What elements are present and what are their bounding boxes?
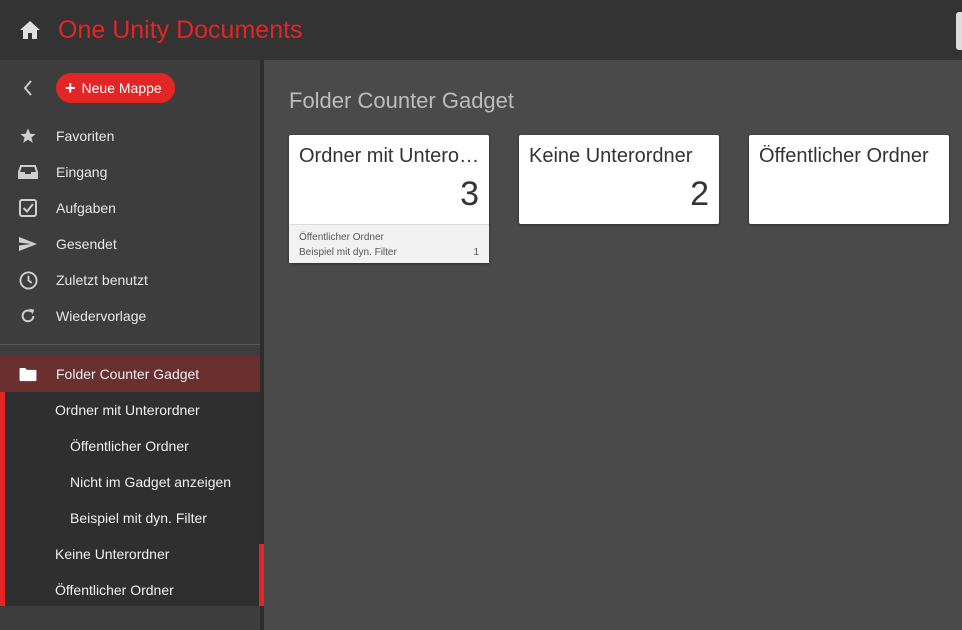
clock-icon (18, 270, 38, 290)
card-count: 3 (460, 175, 479, 213)
collapse-sidebar-button[interactable] (0, 72, 56, 104)
subfolder-row[interactable]: Öffentlicher Ordner (299, 230, 479, 245)
app-header: One Unity Documents (0, 0, 962, 60)
sidebar-item-label: Zuletzt benutzt (56, 272, 148, 288)
sidebar-nav: Favoriten Eingang Aufgaben Gesendet Zule… (0, 118, 260, 334)
sidebar-item-eingang[interactable]: Eingang (0, 154, 260, 190)
sidebar-item-wiedervorlage[interactable]: Wiedervorlage (0, 298, 260, 334)
inbox-icon (18, 165, 38, 179)
sidebar-item-label: Gesendet (56, 236, 117, 252)
sidebar-item-label: Eingang (56, 164, 108, 180)
send-icon (19, 237, 37, 251)
sidebar-item-favoriten[interactable]: Favoriten (0, 118, 260, 154)
plus-icon: + (65, 78, 76, 98)
tree-item-oeffentlicher-ordner-2[interactable]: Öffentlicher Ordner (0, 572, 260, 608)
refresh-icon (21, 308, 35, 323)
new-folder-label: Neue Mappe (81, 80, 162, 96)
home-icon (20, 21, 40, 39)
tree-item-label: Folder Counter Gadget (56, 366, 200, 382)
card-count: 2 (690, 175, 709, 213)
tree-item-label: Öffentlicher Ordner (55, 582, 174, 598)
card-title: Ordner mit Unterordner (299, 145, 481, 167)
counter-card-oeffentlicher-ordner[interactable]: Öffentlicher Ordner (749, 135, 949, 224)
app-title: One Unity Documents (58, 15, 303, 44)
tree-item-label: Keine Unterordner (55, 546, 170, 562)
folder-icon (19, 367, 37, 381)
checkbox-icon (19, 199, 37, 217)
sidebar-top-row: + Neue Mappe (0, 72, 260, 104)
tree-item-keine-unterordner[interactable]: Keine Unterordner (0, 536, 260, 572)
new-folder-button[interactable]: + Neue Mappe (56, 73, 175, 103)
tree-item-ordner-mit-unterordner[interactable]: Ordner mit Unterordner (0, 392, 260, 428)
counter-card-keine-unterordner[interactable]: Keine Unterordner 2 (519, 135, 719, 224)
sidebar-item-label: Wiedervorlage (56, 308, 147, 324)
home-button[interactable] (0, 0, 60, 60)
sidebar-divider (0, 344, 260, 345)
header-edge-control[interactable] (956, 12, 962, 50)
tree-item-nicht-im-gadget[interactable]: Nicht im Gadget anzeigen (0, 464, 260, 500)
sidebar-item-zuletzt-benutzt[interactable]: Zuletzt benutzt (0, 262, 260, 298)
chevron-left-icon (23, 80, 32, 96)
tree-item-oeffentlicher-ordner[interactable]: Öffentlicher Ordner (0, 428, 260, 464)
tree-item-label: Öffentlicher Ordner (70, 438, 189, 454)
sidebar-item-label: Aufgaben (56, 200, 116, 216)
tree-item-label: Beispiel mit dyn. Filter (70, 510, 207, 526)
folder-tree: Folder Counter Gadget Ordner mit Unteror… (0, 356, 260, 606)
subfolder-row[interactable]: Beispiel mit dyn. Filter 1 (299, 245, 479, 260)
counter-card-ordner-mit-unterordner[interactable]: Ordner mit Unterordner 3 Öffentlicher Or… (289, 135, 489, 263)
tree-item-label: Nicht im Gadget anzeigen (70, 474, 232, 490)
sidebar-item-label: Favoriten (56, 128, 115, 144)
star-icon (20, 128, 36, 143)
tree-accent-bar-right (259, 544, 264, 606)
sidebar-item-aufgaben[interactable]: Aufgaben (0, 190, 260, 226)
tree-item-beispiel-dyn-filter[interactable]: Beispiel mit dyn. Filter (0, 500, 260, 536)
subfolder-count: 1 (473, 247, 479, 258)
page-title: Folder Counter Gadget (289, 88, 515, 113)
tree-item-folder-counter-gadget[interactable]: Folder Counter Gadget (0, 356, 260, 392)
subfolder-name: Beispiel mit dyn. Filter (299, 247, 397, 258)
card-title: Keine Unterordner (529, 145, 693, 167)
subfolder-name: Öffentlicher Ordner (299, 232, 384, 243)
sidebar-item-gesendet[interactable]: Gesendet (0, 226, 260, 262)
tree-item-label: Ordner mit Unterordner (55, 402, 200, 418)
card-title: Öffentlicher Ordner (759, 145, 929, 167)
card-subfolder-list: Öffentlicher Ordner Beispiel mit dyn. Fi… (289, 224, 489, 263)
sidebar: + Neue Mappe Favoriten Eingang Aufgaben … (0, 60, 260, 630)
